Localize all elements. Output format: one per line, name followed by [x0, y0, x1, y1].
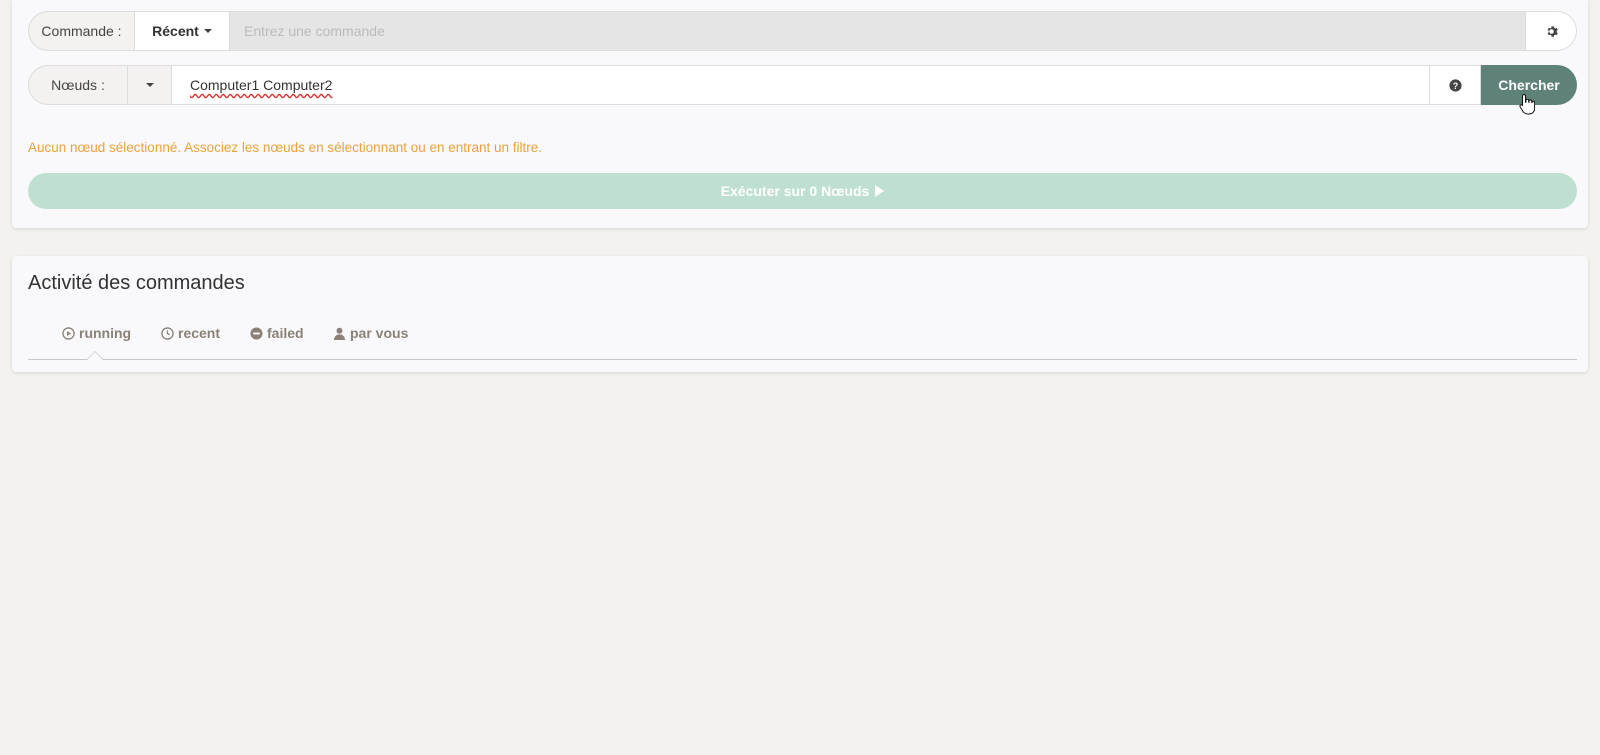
tab-label: par vous [350, 325, 409, 341]
hand-pointer-icon [1519, 93, 1535, 115]
caret-down-icon [203, 29, 212, 33]
play-icon [875, 185, 885, 197]
activity-title: Activité des commandes [28, 272, 245, 294]
command-label: Commande : [28, 11, 134, 51]
help-button[interactable]: ? [1430, 65, 1481, 105]
tab-running[interactable]: running [62, 325, 131, 341]
play-circle-icon [62, 326, 75, 340]
tab-recent[interactable]: recent [161, 325, 220, 341]
tab-label: recent [178, 325, 221, 341]
execute-button[interactable]: Exécuter sur 0 Nœuds [28, 173, 1577, 209]
recent-button-label: Récent [152, 23, 199, 39]
nodes-dropdown-button[interactable] [127, 65, 171, 105]
nodes-filter-value: Computer1 Computer2 [190, 77, 333, 93]
recent-dropdown-button[interactable]: Récent [134, 11, 229, 51]
command-row: Commande : Récent [28, 11, 1577, 51]
svg-text:?: ? [1452, 80, 1457, 90]
clock-icon [161, 326, 174, 340]
nodes-label: Nœuds : [28, 65, 127, 105]
activity-tabs: running recent failed par vous [28, 318, 1577, 360]
gear-icon [1547, 25, 1558, 37]
question-circle-icon: ? [1448, 78, 1462, 92]
tab-label: running [79, 325, 132, 341]
tab-failed[interactable]: failed [250, 325, 304, 341]
nodes-filter-input[interactable]: Computer1 Computer2 [171, 65, 1430, 105]
settings-button[interactable] [1526, 11, 1577, 51]
search-button[interactable]: Chercher [1481, 65, 1577, 115]
nodes-row: Nœuds : Computer1 Computer2 ? Chercher [28, 65, 1577, 115]
caret-down-icon [145, 83, 154, 87]
user-icon [333, 327, 346, 340]
active-tab-indicator [86, 351, 104, 360]
tab-label: failed [267, 325, 304, 341]
command-panel: Commande : Récent Nœuds : Computer1 Comp… [12, 0, 1588, 228]
activity-panel: Activité des commandes running recent fa… [12, 256, 1588, 372]
command-input[interactable] [229, 11, 1526, 51]
search-button-label: Chercher [1498, 77, 1560, 93]
execute-button-label: Exécuter sur 0 Nœuds [720, 183, 870, 199]
tab-par-vous[interactable]: par vous [333, 325, 408, 341]
minus-circle-icon [250, 326, 263, 340]
no-nodes-warning: Aucun nœud sélectionné. Associez les nœu… [28, 140, 543, 155]
